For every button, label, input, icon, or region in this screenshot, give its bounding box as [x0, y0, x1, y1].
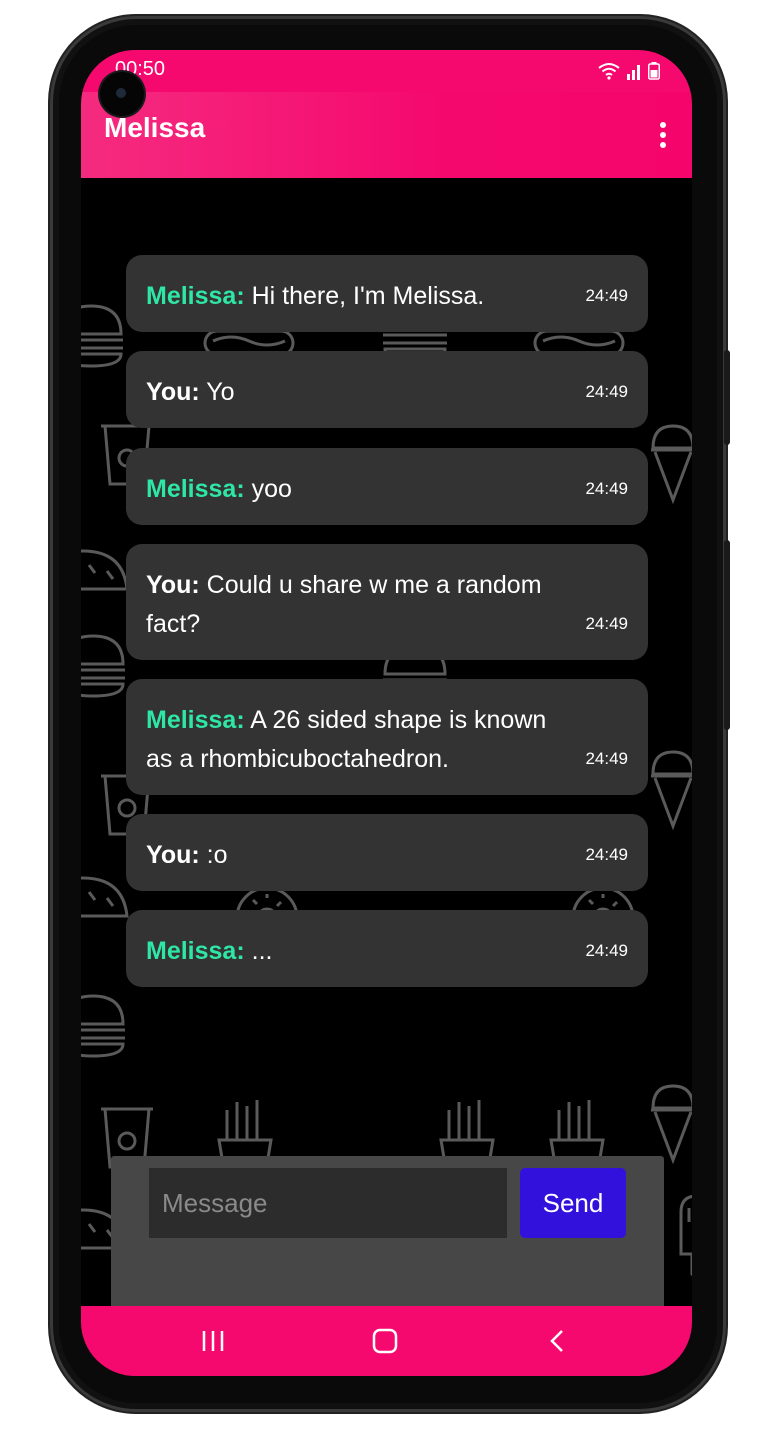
wifi-icon — [598, 63, 620, 80]
navigation-bar — [81, 1306, 692, 1376]
message-sender: Melissa: — [146, 937, 245, 965]
message-sender: You: — [146, 841, 200, 869]
message-sender: You: — [146, 571, 200, 599]
status-bar: 00:50 — [81, 50, 692, 92]
message-time: 24:49 — [585, 382, 628, 401]
screen: 00:50 Melissa Melissa: Hi there, I'm Mel… — [81, 50, 692, 1376]
chat-area[interactable]: Melissa: Hi there, I'm Melissa. 24:49 Yo… — [81, 178, 692, 1306]
message-bubble: You: :o 24:49 — [126, 814, 648, 891]
back-icon[interactable] — [540, 1324, 574, 1358]
message-bubble: Melissa: yoo 24:49 — [126, 448, 648, 525]
message-time: 24:49 — [585, 479, 628, 498]
message-text: Yo — [206, 378, 235, 406]
signal-icon — [627, 65, 640, 80]
message-bubble: Melissa: Hi there, I'm Melissa. 24:49 — [126, 255, 648, 332]
message-time: 24:49 — [585, 845, 628, 864]
message-bubble: You: Yo 24:49 — [126, 351, 648, 428]
message-sender: You: — [146, 378, 200, 406]
message-bubble: You: Could u share w me a random fact? 2… — [126, 544, 648, 660]
more-vert-icon[interactable] — [658, 122, 668, 152]
home-icon[interactable] — [368, 1324, 402, 1358]
message-time: 24:49 — [585, 941, 628, 960]
message-bubble: Melissa: A 26 sided shape is known as a … — [126, 679, 648, 795]
battery-icon — [648, 62, 660, 80]
app-bar: Melissa — [81, 92, 692, 178]
power-button — [724, 540, 730, 730]
message-time: 24:49 — [585, 749, 628, 768]
message-text: yoo — [251, 475, 292, 503]
front-camera — [100, 72, 144, 116]
message-time: 24:49 — [585, 614, 628, 633]
recents-icon[interactable] — [196, 1324, 230, 1358]
message-time: 24:49 — [585, 286, 628, 305]
message-sender: Melissa: — [146, 282, 245, 310]
message-sender: Melissa: — [146, 706, 245, 734]
send-button[interactable]: Send — [520, 1168, 626, 1238]
message-input[interactable] — [149, 1168, 507, 1238]
message-text: Hi there, I'm Melissa. — [251, 282, 485, 310]
volume-button — [724, 350, 730, 445]
message-text: :o — [206, 841, 228, 869]
message-bubble: Melissa: ... 24:49 — [126, 910, 648, 987]
message-text: Could u share w me a random fact? — [146, 571, 542, 638]
message-sender: Melissa: — [146, 475, 245, 503]
message-text: ... — [251, 937, 273, 965]
composer-panel: Send — [111, 1156, 664, 1306]
chat-title: Melissa — [104, 112, 206, 143]
